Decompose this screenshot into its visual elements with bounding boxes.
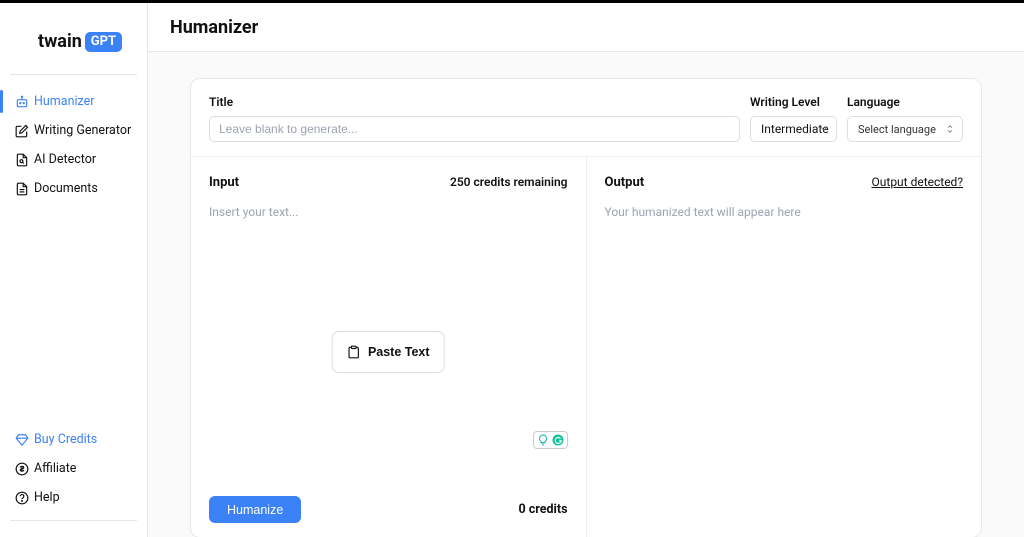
title-field-group: Title bbox=[209, 95, 740, 142]
header: Humanizer bbox=[148, 3, 1024, 52]
language-select[interactable]: Select language bbox=[847, 116, 963, 142]
input-title: Input bbox=[209, 175, 239, 190]
output-placeholder: Your humanized text will appear here bbox=[605, 205, 801, 219]
dollar-icon bbox=[14, 462, 29, 476]
credits-cost: 0 credits bbox=[519, 502, 568, 517]
logo-text: twain bbox=[38, 31, 82, 52]
input-panel: Input 250 credits remaining Insert your … bbox=[191, 157, 587, 537]
robot-icon bbox=[14, 95, 29, 109]
grammarly-badge[interactable] bbox=[533, 431, 568, 449]
output-title: Output bbox=[605, 175, 645, 190]
content: Title Writing Level Intermediate bbox=[148, 52, 1024, 537]
help-icon bbox=[14, 491, 29, 505]
language-label: Language bbox=[847, 95, 963, 109]
sidebar-item-help[interactable]: Help bbox=[0, 483, 147, 512]
logo[interactable]: twain GPT bbox=[0, 3, 147, 66]
output-panel-head: Output Output detected? bbox=[605, 171, 964, 193]
writing-level-group: Writing Level Intermediate bbox=[750, 95, 837, 142]
sidebar: twain GPT Humanizer Writing Generator bbox=[0, 3, 148, 537]
grammarly-icon bbox=[552, 434, 564, 446]
input-panel-head: Input 250 credits remaining bbox=[209, 171, 568, 193]
divider bbox=[10, 520, 137, 521]
output-body: Your humanized text will appear here bbox=[605, 193, 964, 537]
input-footer: Humanize 0 credits bbox=[209, 496, 568, 537]
paste-text-label: Paste Text bbox=[368, 345, 430, 359]
sidebar-item-label: Affiliate bbox=[34, 461, 76, 476]
sidebar-bottom: Buy Credits Affiliate Help bbox=[0, 425, 147, 537]
sidebar-item-ai-detector[interactable]: AI Detector bbox=[0, 145, 147, 174]
writing-level-select[interactable]: Intermediate bbox=[750, 116, 837, 142]
sidebar-item-buy-credits[interactable]: Buy Credits bbox=[0, 425, 147, 454]
title-input[interactable] bbox=[209, 116, 740, 142]
sidebar-item-label: Writing Generator bbox=[34, 123, 131, 138]
sidebar-item-affiliate[interactable]: Affiliate bbox=[0, 454, 147, 483]
clipboard-icon bbox=[347, 345, 361, 359]
title-label: Title bbox=[209, 95, 740, 109]
edit-icon bbox=[14, 124, 29, 138]
main: Humanizer Title Writing Level Intermedia… bbox=[148, 3, 1024, 537]
sidebar-item-label: Help bbox=[34, 490, 60, 505]
sidebar-item-label: Humanizer bbox=[34, 94, 94, 109]
panels: Input 250 credits remaining Insert your … bbox=[191, 157, 981, 537]
writing-level-label: Writing Level bbox=[750, 95, 837, 109]
bulb-icon bbox=[537, 434, 549, 446]
diamond-icon bbox=[14, 433, 29, 447]
sidebar-item-humanizer[interactable]: Humanizer bbox=[0, 87, 147, 116]
sidebar-item-label: Buy Credits bbox=[34, 432, 97, 447]
sidebar-item-label: Documents bbox=[34, 181, 98, 196]
output-detected-link[interactable]: Output detected? bbox=[872, 175, 963, 189]
sidebar-nav: Humanizer Writing Generator AI Detector … bbox=[0, 87, 147, 425]
sidebar-item-documents[interactable]: Documents bbox=[0, 174, 147, 203]
humanize-button[interactable]: Humanize bbox=[209, 496, 301, 523]
divider bbox=[10, 74, 137, 75]
writing-level-value: Intermediate bbox=[761, 122, 829, 136]
logo-badge: GPT bbox=[85, 32, 122, 52]
paste-text-button[interactable]: Paste Text bbox=[332, 331, 445, 373]
app-root: twain GPT Humanizer Writing Generator bbox=[0, 3, 1024, 537]
humanizer-card: Title Writing Level Intermediate bbox=[190, 78, 982, 537]
file-text-icon bbox=[14, 182, 29, 196]
sidebar-item-label: AI Detector bbox=[34, 152, 96, 167]
sidebar-item-writing-generator[interactable]: Writing Generator bbox=[0, 116, 147, 145]
input-body[interactable]: Insert your text... Paste Text bbox=[209, 193, 568, 496]
page-title: Humanizer bbox=[170, 17, 258, 38]
language-value: Select language bbox=[858, 123, 936, 136]
output-panel: Output Output detected? Your humanized t… bbox=[587, 157, 982, 537]
file-search-icon bbox=[14, 153, 29, 167]
language-group: Language Select language bbox=[847, 95, 963, 142]
input-placeholder: Insert your text... bbox=[209, 205, 298, 219]
form-row: Title Writing Level Intermediate bbox=[191, 79, 981, 157]
credits-remaining: 250 credits remaining bbox=[450, 175, 568, 189]
